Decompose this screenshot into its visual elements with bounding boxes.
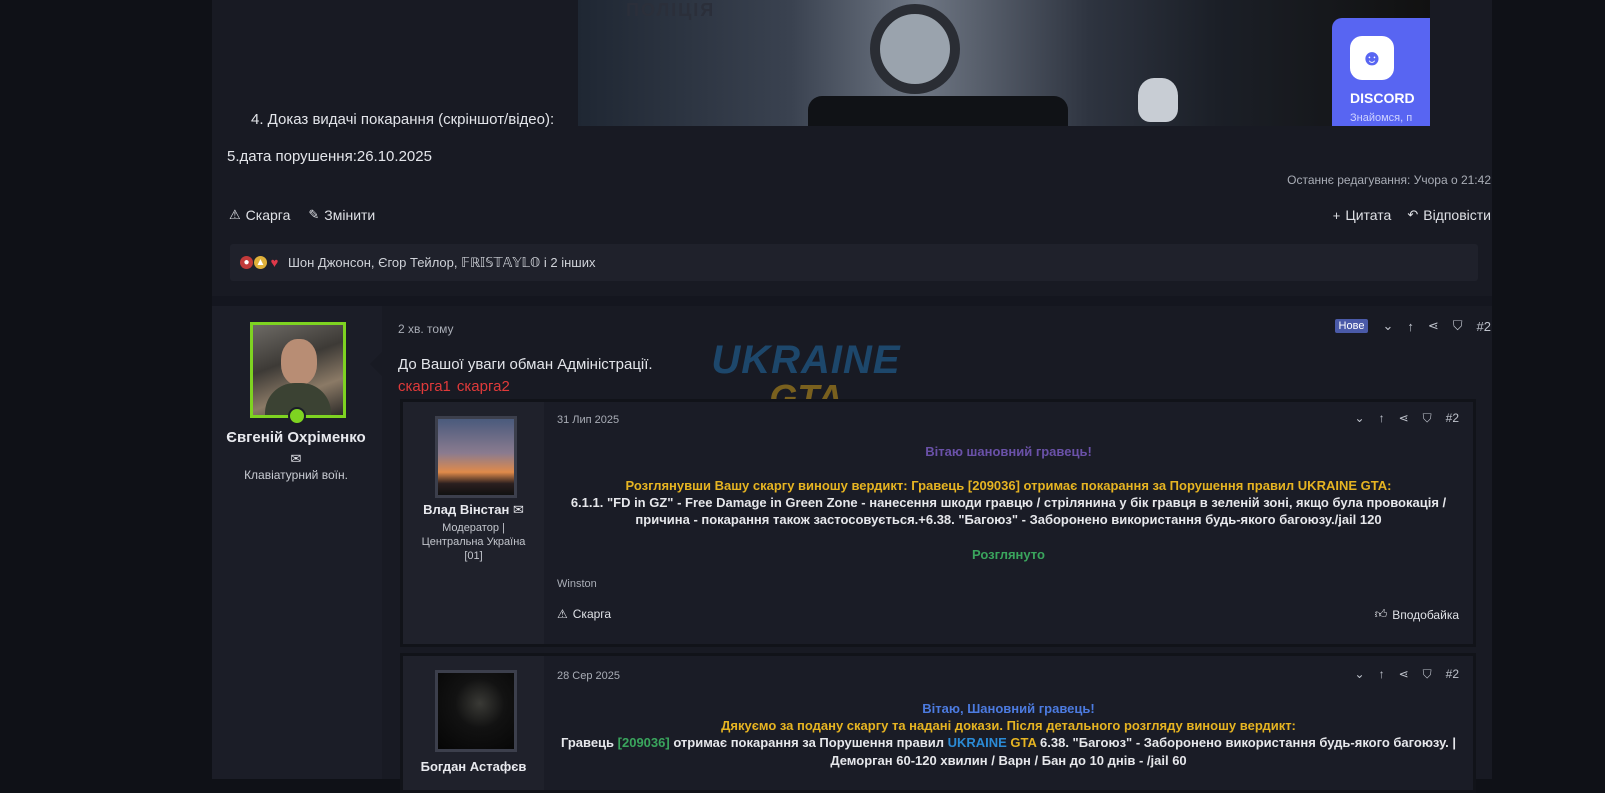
- last-edit-info: Останнє редагування: Учора о 21:42: [1287, 173, 1491, 187]
- shoe: [1138, 78, 1178, 122]
- verdict-middle: отримає покарання за Порушення правил: [669, 735, 948, 750]
- share-icon[interactable]: ⋖: [1399, 667, 1409, 682]
- arrow-up-icon[interactable]: ↑: [1407, 319, 1414, 334]
- embedded-date[interactable]: 31 Лип 2025: [557, 414, 619, 426]
- avatar[interactable]: [435, 670, 517, 752]
- embedded-number[interactable]: #2: [1446, 411, 1459, 426]
- discord-card: ☻ DISCORD Знайомся, п: [1332, 18, 1430, 126]
- report-label: Скарга: [245, 207, 291, 223]
- warning-icon: ⚠: [557, 607, 568, 621]
- discord-subtitle: Знайомся, п: [1350, 112, 1413, 124]
- arrow-up-icon[interactable]: ↑: [1379, 411, 1385, 426]
- verdict-rule: 6.38. "Багоюз" - Заборонено використання…: [1036, 735, 1457, 750]
- post-arrow: [370, 352, 382, 376]
- edit-button[interactable]: ✎ Змінити: [308, 207, 375, 223]
- pencil-icon: ✎: [308, 207, 320, 222]
- verdict-player-id: [209036]: [617, 735, 670, 750]
- author-name-text: Євгеній Охріменко: [226, 429, 366, 446]
- embedded-author[interactable]: Влад Вінстан ✉: [403, 502, 544, 518]
- chevron-down-icon[interactable]: ⌄: [1382, 318, 1393, 334]
- embedded-rule-line-1: 6.1.1. "FD in GZ" - Free Damage in Green…: [570, 495, 1447, 510]
- mail-icon[interactable]: ✉: [513, 502, 524, 517]
- reply-button[interactable]: ↶ Відповісти: [1407, 207, 1491, 223]
- share-icon[interactable]: ⋖: [1428, 318, 1439, 334]
- embedded-tools: ⌄ ↑ ⋖ ⛉ #2: [1355, 667, 1460, 682]
- chevron-down-icon[interactable]: ⌄: [1355, 667, 1365, 682]
- post-actions-left: ⚠ Скарга ✎ Змінити: [229, 207, 375, 223]
- share-icon[interactable]: ⋖: [1399, 411, 1409, 426]
- bookmark-icon[interactable]: ⛉: [1453, 318, 1463, 334]
- embedded-punishment: Деморган 60-120 хвилин / Варн / Бан до 1…: [830, 753, 1187, 768]
- bookmark-icon[interactable]: ⛉: [1423, 667, 1432, 682]
- proof-label: 4. Доказ видачі покарання (скріншот/віде…: [251, 111, 555, 128]
- embedded-verdict: Розглянувши Вашу скаргу виношу вердикт: …: [625, 478, 1392, 493]
- plus-icon: +: [1332, 207, 1341, 223]
- warning-icon: ⚠: [229, 207, 241, 222]
- bookmark-icon[interactable]: ⛉: [1423, 411, 1432, 426]
- verdict-ukraine: UKRAINE: [947, 735, 1007, 750]
- embedded-author-role: Модератор | Центральна Україна [01]: [421, 522, 526, 562]
- quote-button[interactable]: + Цитата: [1333, 207, 1392, 223]
- discord-title: DISCORD: [1350, 90, 1415, 106]
- post-number[interactable]: #2: [1477, 319, 1491, 334]
- embedded-post-1: Влад Вінстан ✉ Модератор | Центральна Ук…: [400, 399, 1476, 647]
- watermark-top: UKRAINE: [711, 338, 901, 382]
- post-tools: Нове ⌄ ↑ ⋖ ⛉ #2: [1334, 318, 1491, 334]
- online-status-icon: [288, 407, 306, 425]
- embedded-thanks: Дякуємо за подану скаргу та надані доказ…: [721, 718, 1296, 733]
- avatar[interactable]: [435, 416, 517, 498]
- reply-label: Відповісти: [1423, 207, 1491, 223]
- reaction-heart-icon: ♥: [270, 255, 279, 270]
- embedded-rule-line-2: причина - покарання також застосовується…: [635, 512, 1382, 527]
- avatar[interactable]: [250, 322, 346, 418]
- discord-icon: ☻: [1350, 36, 1394, 80]
- embedded-report-label: Скарга: [572, 607, 612, 621]
- chevron-down-icon[interactable]: ⌄: [1355, 411, 1365, 426]
- post-actions-right: + Цитата ↶ Відповісти: [1333, 207, 1491, 223]
- car-wheel: [870, 4, 960, 94]
- post-screenshot-image[interactable]: ПОЛІЦІЯ ☻ DISCORD Знайомся, п: [578, 0, 1430, 126]
- thumbs-up-icon: 👍︎: [1374, 607, 1388, 621]
- post-author-name[interactable]: Євгеній Охріменко ✉: [226, 427, 366, 469]
- embedded-number[interactable]: #2: [1446, 667, 1459, 682]
- verdict-gta: GTA: [1010, 735, 1037, 750]
- embedded-user-cell: Влад Вінстан ✉ Модератор | Центральна Ук…: [403, 402, 544, 644]
- embedded-tools: ⌄ ↑ ⋖ ⛉ #2: [1355, 411, 1460, 426]
- avatar-face: [281, 339, 317, 385]
- post-links: скарга1 скарга2: [398, 378, 510, 395]
- embedded-like-label: Вподобайка: [1392, 607, 1459, 622]
- embedded-status: Розглянуто: [972, 547, 1045, 562]
- complaint-link-2[interactable]: скарга2: [457, 378, 510, 395]
- edit-label: Змінити: [324, 207, 376, 223]
- reply-icon: ↶: [1407, 207, 1419, 222]
- post-text: До Вашої уваги обман Адміністрації.: [398, 356, 653, 373]
- new-badge: Нове: [1334, 319, 1369, 333]
- complaint-link-1[interactable]: скарга1: [398, 378, 451, 395]
- reactions-bar[interactable]: ● ▲ ♥ Шон Джонсон, Єгор Тейлор, 𝔽ℝ𝕀𝕊𝕋𝔸𝕐𝕃…: [230, 244, 1478, 281]
- lying-person: [808, 96, 1068, 126]
- embedded-date[interactable]: 28 Сер 2025: [557, 670, 620, 682]
- reaction-thumb-icon: ▲: [254, 256, 267, 269]
- report-button[interactable]: ⚠ Скарга: [229, 207, 290, 223]
- embedded-post-2: Богдан Астафєв 28 Сер 2025 ⌄ ↑ ⋖ ⛉ #2 Ві…: [400, 653, 1476, 793]
- embedded-like-button[interactable]: 👍︎ Вподобайка: [1375, 607, 1459, 622]
- embedded-greeting: Вітаю, Шановний гравець!: [922, 701, 1095, 716]
- post-time[interactable]: 2 хв. тому: [398, 322, 453, 336]
- embedded-author[interactable]: Богдан Астафєв: [403, 759, 544, 774]
- verdict-player-prefix: Гравець: [560, 735, 618, 750]
- quote-label: Цитата: [1345, 207, 1392, 223]
- embedded-report-button[interactable]: ⚠ Скарга: [557, 607, 611, 621]
- police-car-text: ПОЛІЦІЯ: [626, 0, 716, 20]
- arrow-up-icon[interactable]: ↑: [1379, 667, 1385, 682]
- embedded-author-text: Влад Вінстан: [423, 502, 510, 517]
- reaction-like-icon: ●: [240, 256, 253, 269]
- post-author-title: Клавіатурний воїн.: [244, 468, 348, 482]
- embedded-user-cell: Богдан Астафєв: [403, 656, 544, 790]
- mail-icon[interactable]: ✉: [291, 451, 302, 466]
- violation-date: 5.дата порушення:26.10.2025: [227, 148, 432, 165]
- embedded-verdict-line: Гравець [209036] отримає покарання за По…: [544, 735, 1473, 750]
- embedded-greeting: Вітаю шановний гравець!: [925, 444, 1092, 459]
- reaction-users[interactable]: Шон Джонсон, Єгор Тейлор, 𝔽ℝ𝕀𝕊𝕋𝔸𝕐𝕃𝕆 і 2 …: [288, 255, 596, 271]
- embedded-signature: Winston: [557, 578, 597, 590]
